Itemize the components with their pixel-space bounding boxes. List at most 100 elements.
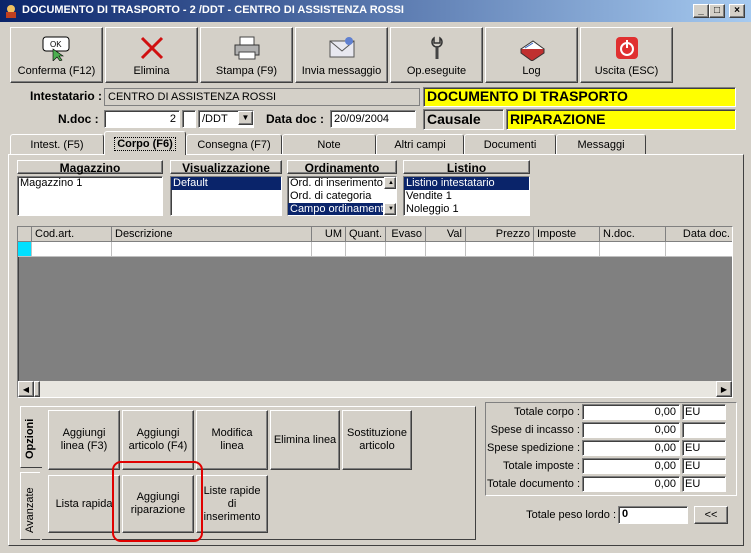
table-cell[interactable]	[666, 242, 732, 257]
window-title: DOCUMENTO DI TRASPORTO - 2 /DDT - CENTRO…	[22, 4, 404, 16]
sostituzione-articolo-button[interactable]: Sostituzione articolo	[342, 410, 412, 470]
table-cell[interactable]	[32, 242, 112, 257]
magazzino-list[interactable]: Magazzino 1	[17, 176, 163, 216]
lista-rapida-button[interactable]: Lista rapida	[48, 475, 120, 533]
row-indicator[interactable]	[18, 242, 32, 257]
list-item[interactable]: Ord. di categoria	[288, 190, 383, 203]
tab-altri-campi[interactable]: Altri campi	[376, 134, 464, 154]
back-button[interactable]: <<	[694, 506, 728, 524]
log-button[interactable]: Log	[485, 27, 578, 83]
spese-spedizione-currency: EU	[682, 440, 726, 456]
list-item[interactable]: Default	[171, 177, 281, 190]
table-cell[interactable]	[426, 242, 466, 257]
envelope-icon	[326, 34, 358, 62]
totale-documento-currency: EU	[682, 476, 726, 492]
col-prezzo[interactable]: Prezzo	[466, 227, 534, 242]
doc-type-banner: DOCUMENTO DI TRASPORTO	[423, 87, 736, 107]
delete-x-icon	[136, 34, 168, 62]
table-cell[interactable]	[312, 242, 346, 257]
tab-intest[interactable]: Intest. (F5)	[10, 134, 104, 154]
conferma-button[interactable]: OK Conferma (F12)	[10, 27, 103, 83]
list-item[interactable]: Campo ordinamento	[288, 203, 390, 215]
aggiungi-riparazione-button[interactable]: Aggiungi riparazione	[122, 475, 194, 533]
col-evaso[interactable]: Evaso	[386, 227, 426, 242]
visualizzazione-list[interactable]: Default	[170, 176, 282, 216]
totale-documento-label: Totale documento :	[487, 478, 580, 490]
tab-documenti[interactable]: Documenti	[464, 134, 556, 154]
data-doc-label: Data doc :	[266, 112, 325, 126]
scroll-thumb[interactable]	[34, 381, 40, 397]
printer-icon	[231, 34, 263, 62]
uscita-button[interactable]: Uscita (ESC)	[580, 27, 673, 83]
minimize-button[interactable]: _	[693, 4, 709, 18]
elimina-linea-button[interactable]: Elimina linea	[270, 410, 340, 470]
totale-imposte-value: 0,00	[582, 458, 680, 474]
liste-rapide-button[interactable]: Liste rapide di inserimento	[196, 475, 268, 533]
stampa-button[interactable]: Stampa (F9)	[200, 27, 293, 83]
tab-corpo[interactable]: Corpo (F6)	[104, 131, 186, 155]
scroll-down-icon[interactable]: ▼	[384, 203, 396, 215]
intestatario-field[interactable]: CENTRO DI ASSISTENZA ROSSI	[104, 88, 420, 106]
causale-field[interactable]: RIPARAZIONE	[506, 109, 736, 130]
spese-incasso-currency	[682, 422, 726, 438]
spese-incasso-value: 0,00	[582, 422, 680, 438]
peso-lordo-input[interactable]: 0	[618, 506, 688, 524]
side-tab-avanzate[interactable]: Avanzate	[20, 472, 40, 540]
spese-spedizione-label: Spese spedizione :	[487, 442, 580, 454]
aggiungi-articolo-button[interactable]: Aggiungi articolo (F4)	[122, 410, 194, 470]
close-button[interactable]: ×	[729, 4, 745, 18]
chevron-down-icon[interactable]: ▼	[238, 111, 253, 125]
ndoc-input[interactable]: 2	[104, 110, 180, 128]
elimina-button[interactable]: Elimina	[105, 27, 198, 83]
list-item[interactable]: Listino intestatario	[404, 177, 529, 190]
table-cell[interactable]	[386, 242, 426, 257]
maximize-button[interactable]: □	[709, 4, 725, 18]
table-cell[interactable]	[346, 242, 386, 257]
col-descrizione[interactable]: Descrizione	[112, 227, 312, 242]
col-cod-art[interactable]: Cod.art.	[32, 227, 112, 242]
invia-messaggio-button[interactable]: Invia messaggio	[295, 27, 388, 83]
wrench-icon	[421, 34, 453, 62]
col-quant[interactable]: Quant.	[346, 227, 386, 242]
scroll-right-icon[interactable]: ▶	[716, 381, 732, 397]
col-um[interactable]: UM	[312, 227, 346, 242]
col-val[interactable]: Val	[426, 227, 466, 242]
tab-consegna[interactable]: Consegna (F7)	[186, 134, 282, 154]
ordinamento-title: Ordinamento	[287, 160, 397, 175]
col-data-doc[interactable]: Data doc.	[666, 227, 732, 242]
op-eseguite-button[interactable]: Op.eseguite	[390, 27, 483, 83]
visualizzazione-group: Visualizzazione Default	[170, 160, 282, 216]
power-icon	[611, 34, 643, 62]
table-cell[interactable]	[534, 242, 600, 257]
list-item[interactable]: Noleggio 1	[404, 203, 529, 215]
tab-note[interactable]: Note	[282, 134, 376, 154]
list-item[interactable]: Magazzino 1	[18, 177, 162, 190]
ndoc-suffix-select[interactable]: /DDT ▼	[198, 110, 254, 128]
totale-corpo-currency: EU	[682, 404, 726, 420]
ordinamento-list[interactable]: Ord. di inserimento Ord. di categoria Ca…	[287, 176, 397, 216]
list-item[interactable]: Ord. di inserimento	[288, 177, 383, 190]
list-item[interactable]: Vendite 1	[404, 190, 529, 203]
table-cell[interactable]	[112, 242, 312, 257]
horizontal-scrollbar[interactable]: ◀ ▶	[18, 381, 732, 397]
col-imposte[interactable]: Imposte	[534, 227, 600, 242]
title-bar[interactable]: DOCUMENTO DI TRASPORTO - 2 /DDT - CENTRO…	[0, 0, 751, 22]
peso-lordo-label: Totale peso lordo :	[526, 509, 616, 521]
tab-messaggi[interactable]: Messaggi	[556, 134, 646, 154]
table-cell[interactable]	[466, 242, 534, 257]
scroll-up-icon[interactable]: ▲	[384, 177, 396, 189]
aggiungi-linea-button[interactable]: Aggiungi linea (F3)	[48, 410, 120, 470]
col-ndoc[interactable]: N.doc.	[600, 227, 666, 242]
totale-documento-value: 0,00	[582, 476, 680, 492]
modifica-linea-button[interactable]: Modifica linea	[196, 410, 268, 470]
scroll-left-icon[interactable]: ◀	[18, 381, 34, 397]
totale-corpo-value: 0,00	[582, 404, 680, 420]
listino-list[interactable]: Listino intestatario Vendite 1 Noleggio …	[403, 176, 530, 216]
table-cell[interactable]	[600, 242, 666, 257]
listino-title: Listino	[403, 160, 530, 175]
document-lines-grid[interactable]: Cod.art. Descrizione UM Quant. Evaso Val…	[17, 226, 733, 398]
magazzino-group: Magazzino Magazzino 1	[17, 160, 163, 216]
totale-corpo-label: Totale corpo :	[513, 406, 580, 418]
side-tab-opzioni[interactable]: Opzioni	[20, 406, 42, 468]
data-doc-input[interactable]: 20/09/2004	[330, 110, 416, 128]
